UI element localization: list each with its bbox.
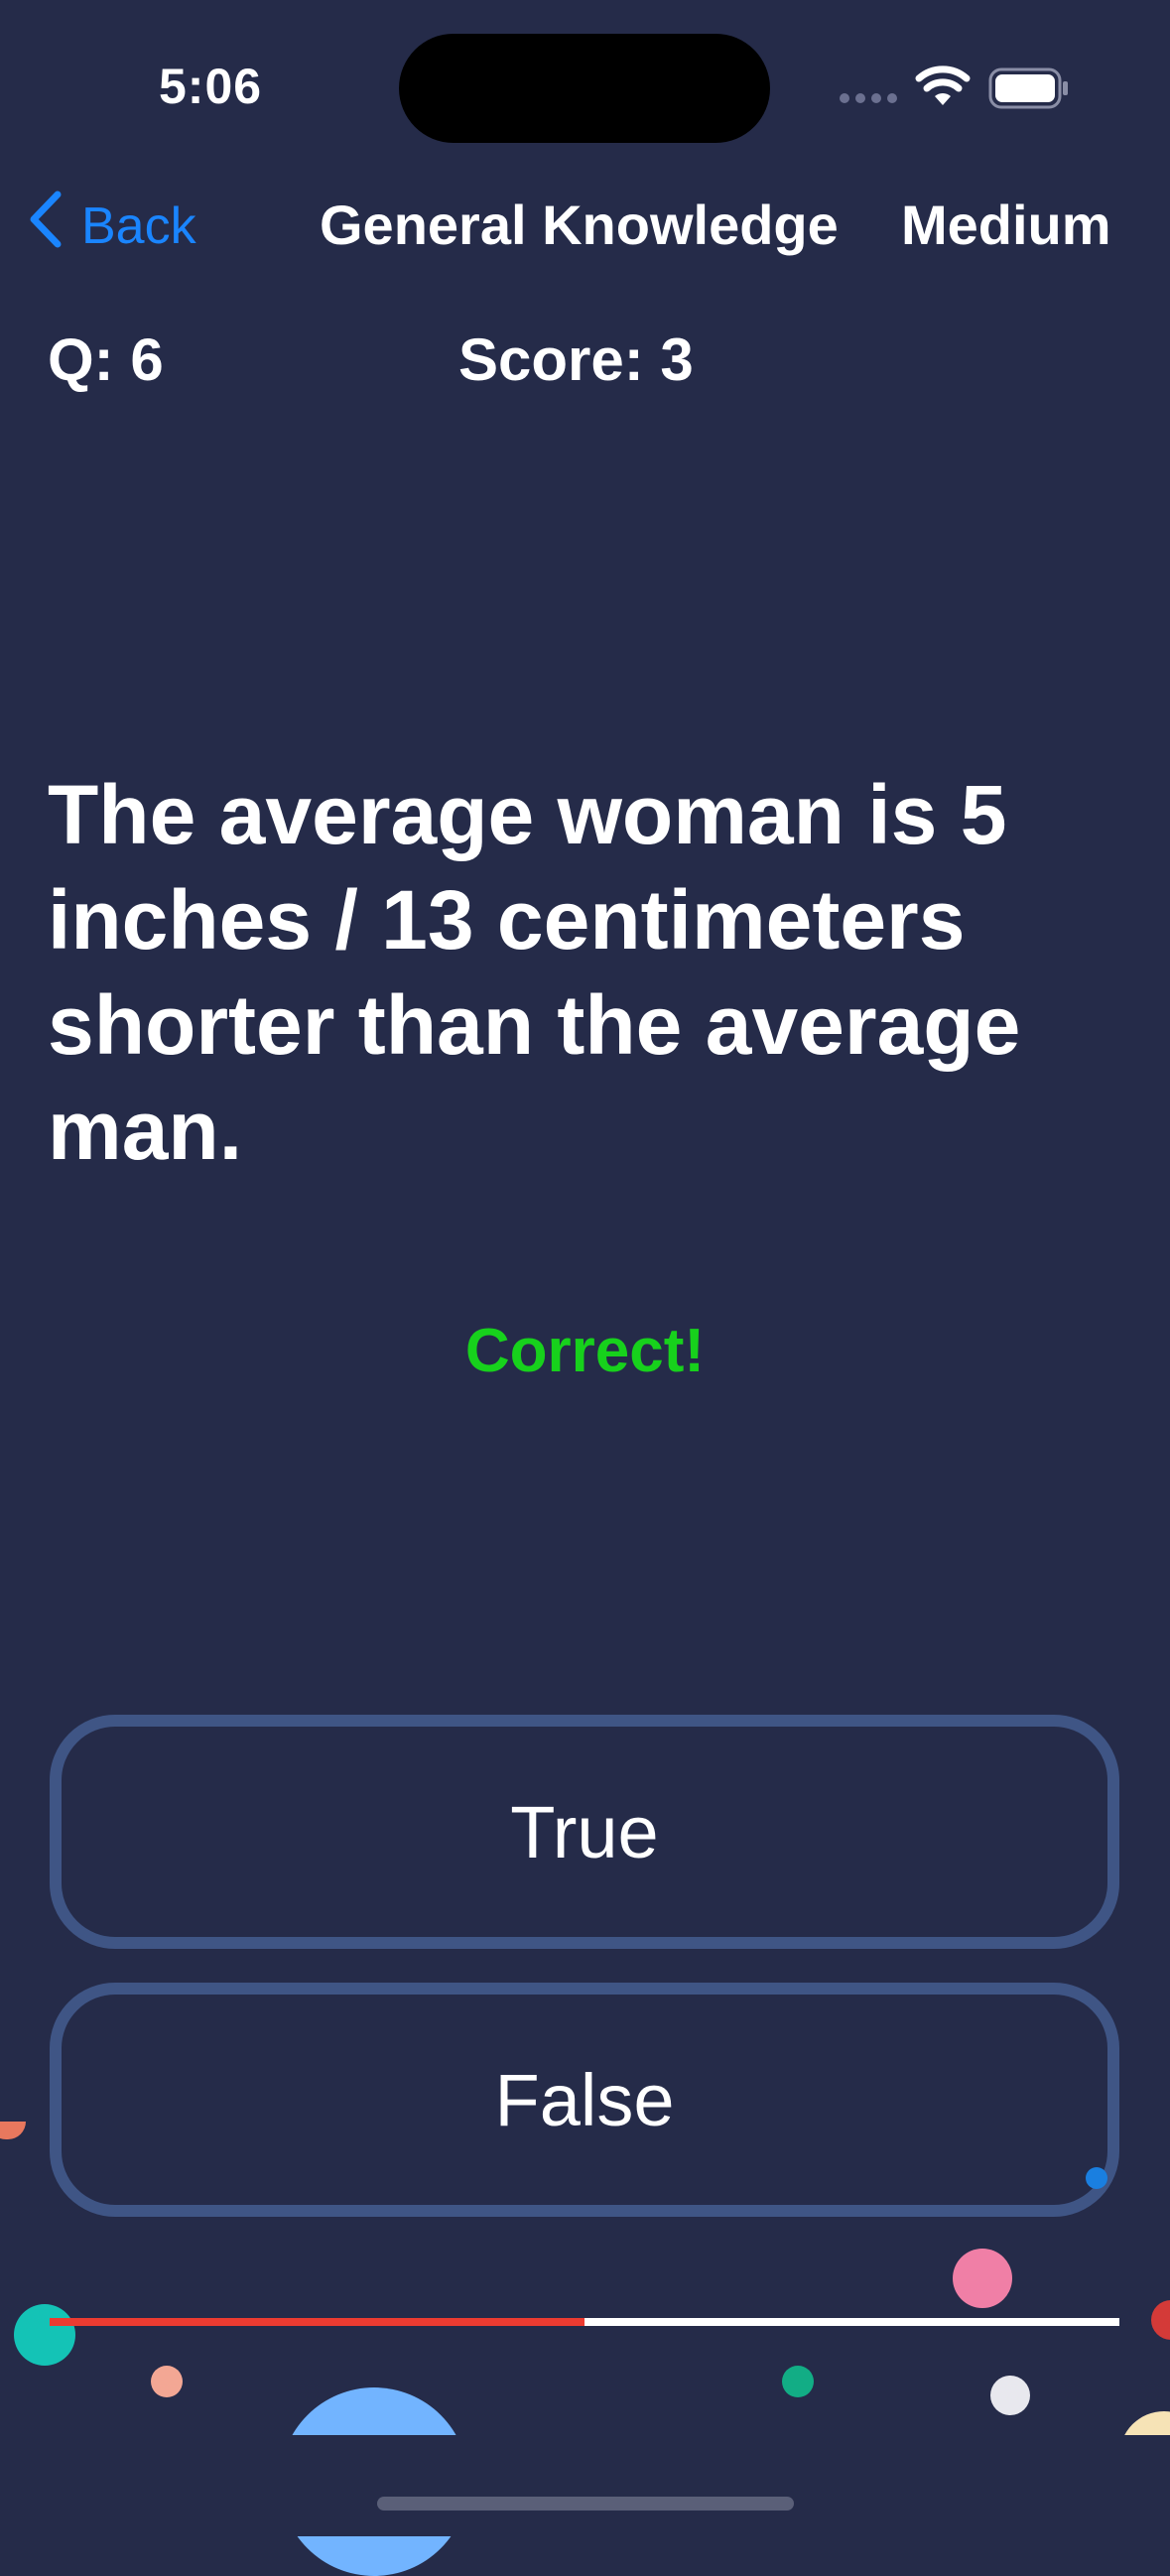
false-button[interactable]: False [50, 1983, 1119, 2217]
confetti-dot [782, 2366, 814, 2397]
chevron-left-icon [28, 191, 62, 261]
score-label: Score: 3 [458, 326, 694, 393]
battery-icon [988, 67, 1070, 114]
true-button[interactable]: True [50, 1715, 1119, 1949]
progress-fill [50, 2318, 585, 2326]
progress-bar [50, 2318, 1119, 2326]
bottom-area [0, 2435, 1170, 2536]
page-title: General Knowledge [320, 193, 839, 256]
dynamic-island [399, 34, 770, 143]
difficulty-label: Medium [901, 193, 1111, 256]
back-button[interactable]: Back [28, 191, 196, 261]
confetti-dot [1086, 2167, 1107, 2189]
back-label: Back [81, 196, 196, 255]
question-text: The average woman is 5 inches / 13 centi… [48, 768, 1021, 1177]
confetti-dot [151, 2366, 183, 2397]
cellular-dots-icon [840, 93, 897, 103]
home-indicator[interactable] [377, 2497, 794, 2511]
question-number: Q: 6 [48, 326, 164, 393]
feedback-text: Correct! [464, 1317, 706, 1385]
confetti-dot [14, 2304, 75, 2366]
confetti-dot [0, 2122, 26, 2139]
status-time: 5:06 [159, 59, 263, 114]
confetti-dot [1151, 2300, 1170, 2340]
confetti-dot [953, 2249, 1012, 2308]
wifi-icon [915, 64, 971, 112]
confetti-dot [990, 2376, 1030, 2415]
